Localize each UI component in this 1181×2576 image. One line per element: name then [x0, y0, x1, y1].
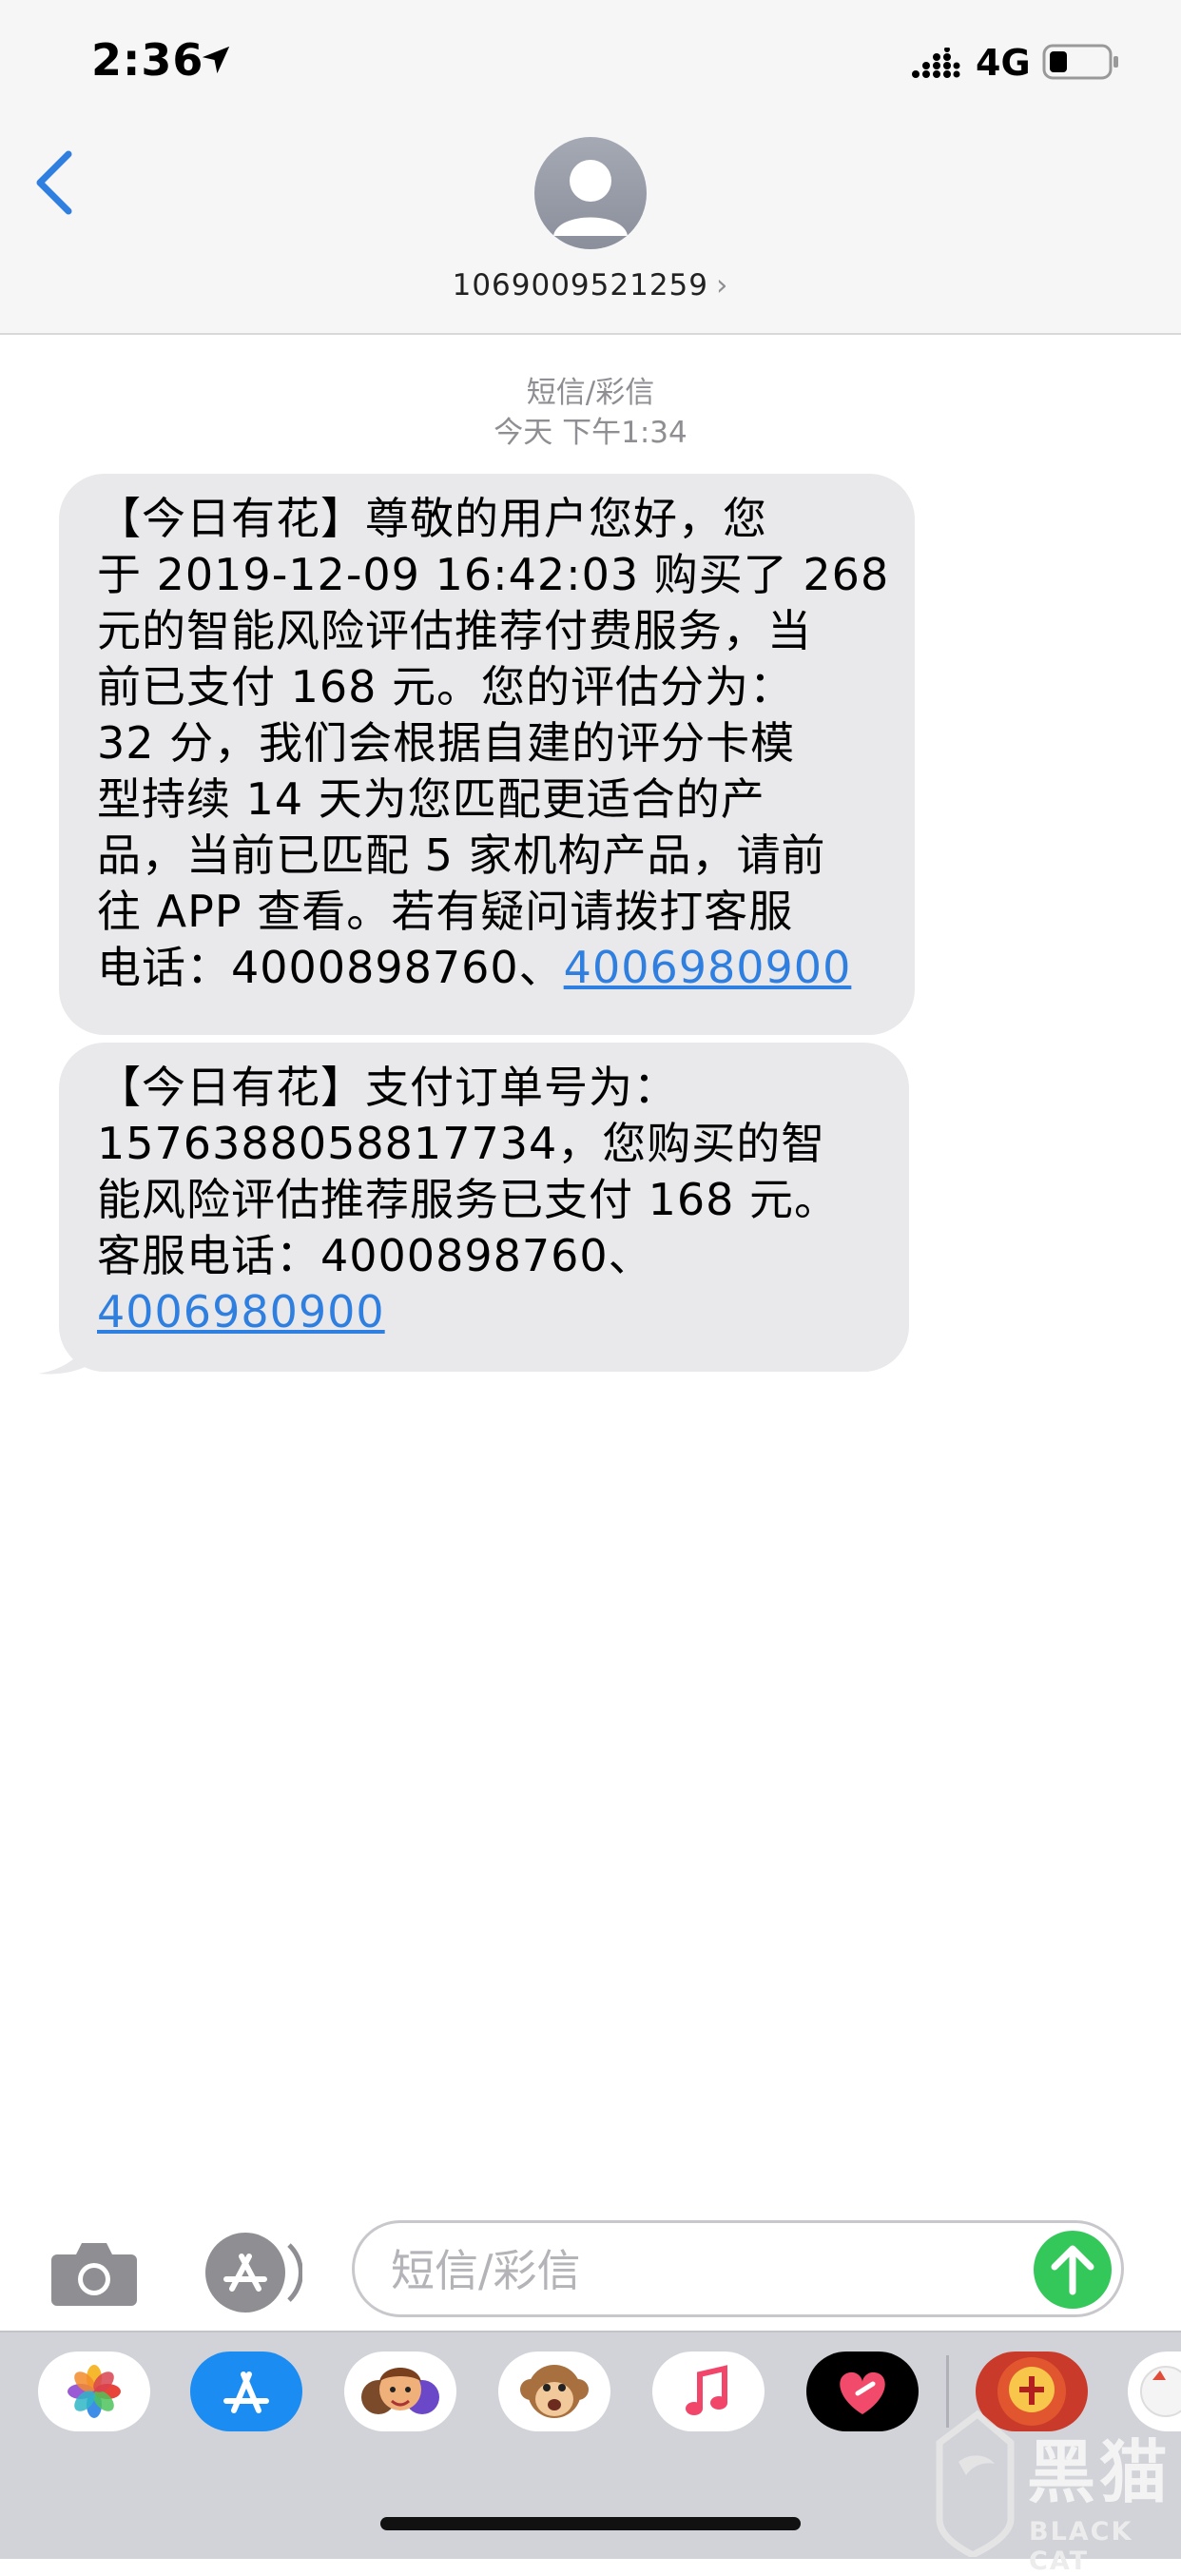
message-line: 能风险评估推荐服务已支付 168 元。 — [97, 1174, 840, 1225]
message-line: 4006980900 — [97, 1284, 871, 1340]
location-arrow-icon — [202, 46, 230, 74]
incoming-message-bubble[interactable]: 【今日有花】尊敬的用户您好，您 于 2019-12-09 16:42:03 购买… — [59, 474, 915, 1035]
status-time: 2:36 — [91, 34, 204, 86]
message-input[interactable] — [389, 2233, 1001, 2309]
app-store-app-icon[interactable] — [190, 2352, 302, 2431]
animoji-app-icon[interactable] — [498, 2352, 610, 2431]
message-type-label: 短信/彩信 — [526, 376, 655, 410]
thread-meta: 短信/彩信 今天 下午1:34 — [0, 373, 1181, 453]
message-line: 品，当前已匹配 5 家机构产品，请前 — [97, 829, 826, 881]
message-line: 客服电话：4000898760、 — [97, 1230, 653, 1281]
message-line: 于 2019-12-09 16:42:03 购买了 268 — [97, 549, 890, 600]
bubble-tail — [38, 1330, 93, 1375]
message-line: 电话：4000898760、4006980900 — [97, 940, 877, 996]
chevron-right-icon: › — [716, 268, 729, 302]
phone-link[interactable]: 4006980900 — [97, 1286, 385, 1337]
contact-details-link[interactable]: 1069009521259 › — [0, 268, 1181, 302]
digital-touch-app-icon[interactable] — [806, 2352, 919, 2431]
send-arrow-icon — [1051, 2245, 1094, 2295]
incoming-message-bubble[interactable]: 【今日有花】支付订单号为： 1576388058817734，您购买的智 能风险… — [59, 1043, 909, 1372]
phone-link[interactable]: 4006980900 — [564, 942, 852, 993]
message-line: 【今日有花】支付订单号为： — [97, 1062, 678, 1113]
memoji-app-icon[interactable] — [344, 2352, 456, 2431]
network-label: 4G — [976, 42, 1031, 84]
message-line: 【今日有花】尊敬的用户您好，您 — [97, 493, 767, 544]
camera-icon[interactable] — [49, 2237, 139, 2308]
back-chevron-icon[interactable] — [32, 150, 74, 215]
battery-icon — [1042, 44, 1118, 80]
send-button[interactable] — [1034, 2231, 1112, 2309]
home-indicator[interactable] — [380, 2517, 801, 2530]
message-line: 1576388058817734，您购买的智 — [97, 1118, 826, 1169]
watermark-text: 黑猫 — [1027, 2432, 1172, 2512]
message-line: 往 APP 查看。若有疑问请拨打客服 — [97, 886, 794, 937]
contact-avatar-icon[interactable] — [534, 137, 647, 249]
message-timestamp: 今天 下午1:34 — [494, 416, 687, 450]
message-compose-field[interactable] — [352, 2220, 1124, 2317]
music-app-icon[interactable] — [652, 2352, 765, 2431]
message-text: 电话：4000898760、 — [97, 942, 564, 993]
message-line: 32 分，我们会根据自建的评分卡模 — [97, 717, 796, 769]
contact-number: 1069009521259 — [452, 268, 708, 302]
conversation-header: 2:36 4G 1069009521259 › — [0, 0, 1181, 335]
app-store-icon[interactable] — [198, 2230, 302, 2315]
message-line: 前已支付 168 元。您的评估分为： — [97, 661, 795, 712]
message-line: 型持续 14 天为您匹配更适合的产 — [97, 773, 765, 825]
photos-app-icon[interactable] — [38, 2352, 150, 2431]
watermark-subtext: BLACK CAT — [1029, 2517, 1133, 2576]
message-line: 元的智能风险评估推荐付费服务，当 — [97, 605, 812, 656]
signal-icon — [912, 48, 960, 78]
